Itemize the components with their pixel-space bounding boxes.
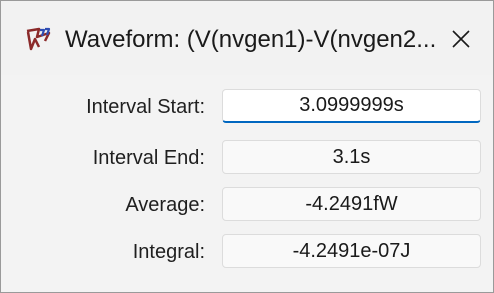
interval-end-label: Interval End: xyxy=(92,147,205,169)
waveform-dialog: Waveform: (V(nvgen1)-V(nvgen2... Interva… xyxy=(0,0,494,293)
interval-start-label: Interval Start: xyxy=(86,96,205,118)
measurement-panel: Interval Start: 3.0999999s Interval End:… xyxy=(1,75,493,292)
window-title: Waveform: (V(nvgen1)-V(nvgen2... xyxy=(65,26,437,53)
close-icon xyxy=(452,30,470,48)
interval-end-field[interactable]: 3.1s xyxy=(222,140,481,174)
integral-label: Integral: xyxy=(132,241,205,263)
interval-end-row: Interval End: 3.1s xyxy=(1,138,493,182)
interval-start-row: Interval Start: 3.0999999s xyxy=(1,87,493,131)
average-label: Average: xyxy=(125,194,205,216)
ltspice-waveform-icon xyxy=(25,27,51,53)
average-field[interactable]: -4.2491fW xyxy=(222,187,481,221)
interval-start-field[interactable]: 3.0999999s xyxy=(222,89,481,123)
integral-row: Integral: -4.2491e-07J xyxy=(1,232,493,276)
integral-field[interactable]: -4.2491e-07J xyxy=(222,234,481,268)
title-bar[interactable]: Waveform: (V(nvgen1)-V(nvgen2... xyxy=(1,1,493,75)
close-button[interactable] xyxy=(441,19,481,59)
average-row: Average: -4.2491fW xyxy=(1,185,493,229)
